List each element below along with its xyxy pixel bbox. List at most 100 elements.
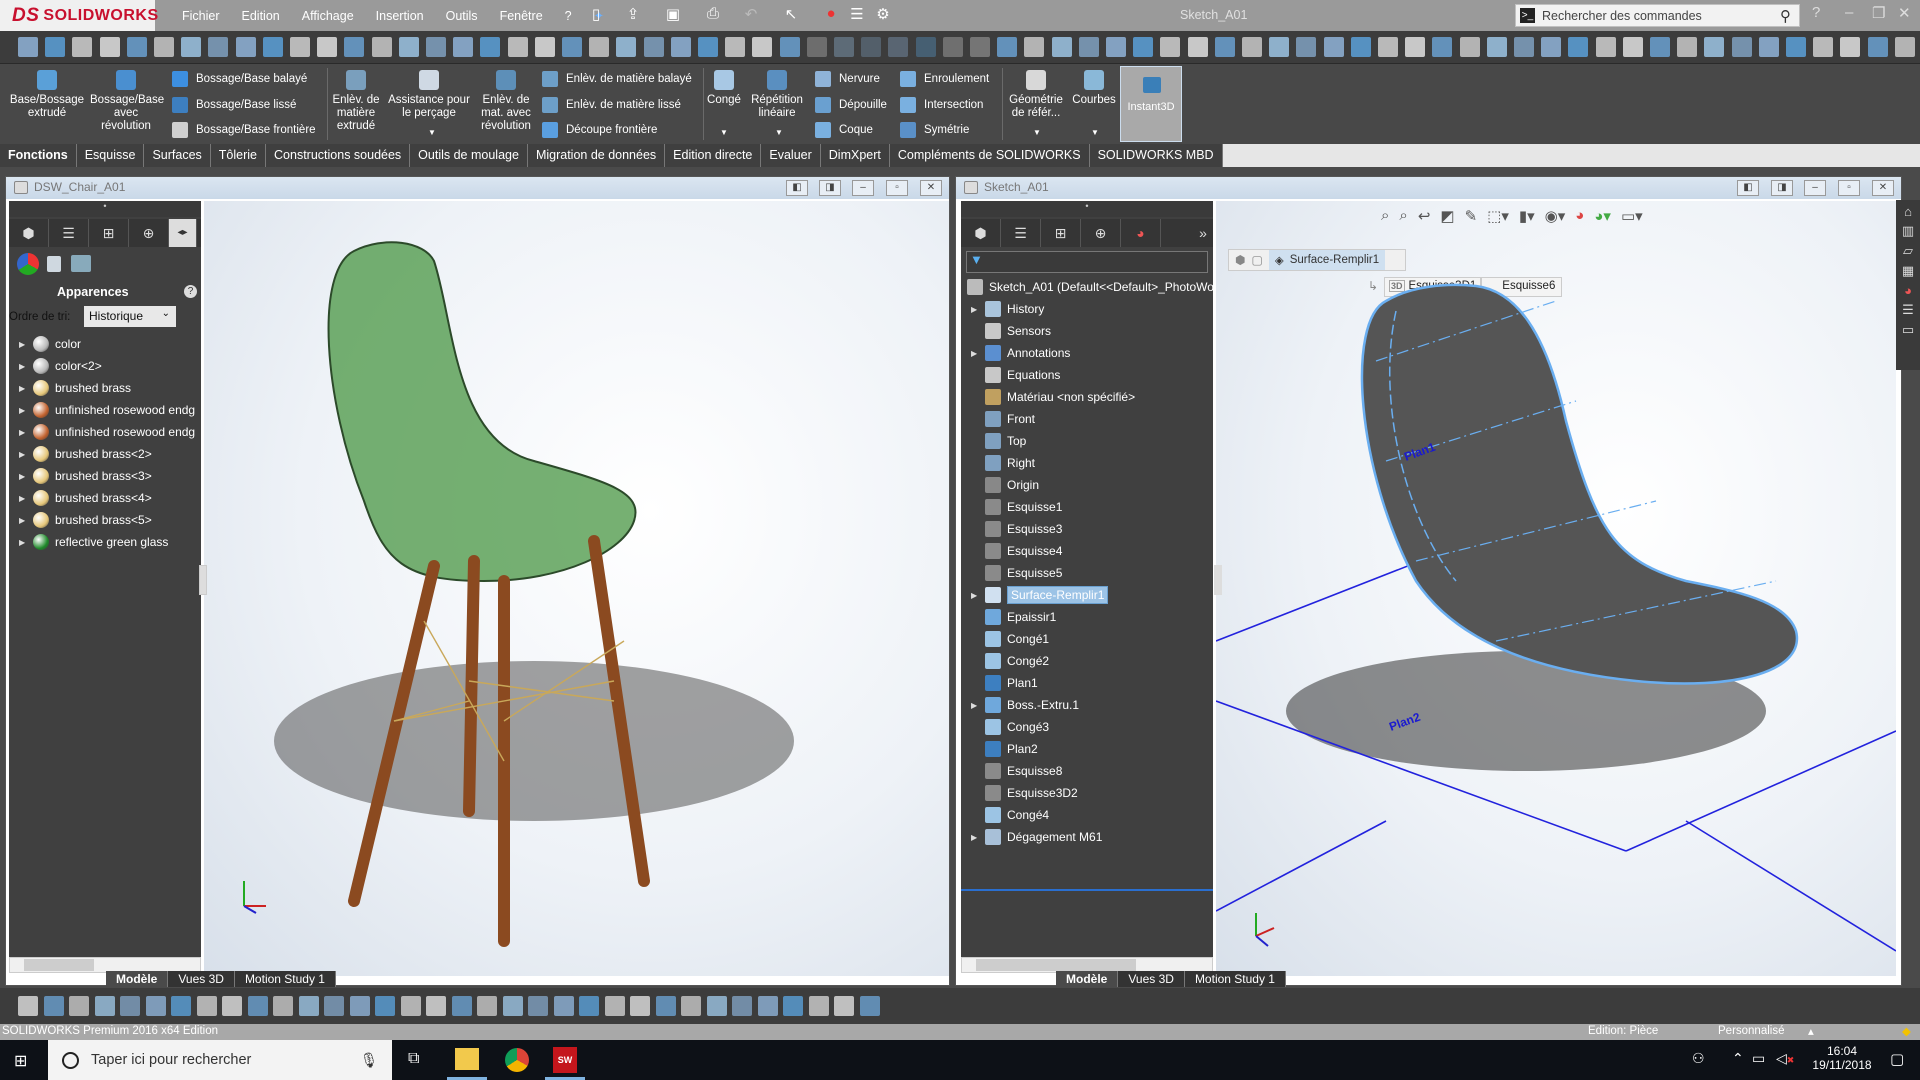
toolbar-button[interactable]	[1160, 37, 1181, 57]
pane-splitter[interactable]	[199, 565, 207, 595]
right-3d-viewport[interactable]: ⌕ ⌕ ↩ ◩ ✎ ⬚▾ ▮▾ ◉▾ ◕ ◕▾ ▭▾ ⬢ ▢ ◈ Surface-…	[1216, 201, 1896, 976]
minimize-window-button[interactable]: –	[1804, 180, 1826, 196]
expand-arrow-icon[interactable]: ▶	[19, 472, 33, 481]
toolbar-button[interactable]	[317, 37, 338, 57]
toolbar-button[interactable]	[1078, 37, 1099, 57]
taskbar-search[interactable]: Taper ici pour rechercher 🎙	[48, 1040, 392, 1080]
feature-tree-item[interactable]: Equations	[961, 364, 1060, 386]
tab-dimxpert[interactable]: DimXpert	[820, 144, 890, 167]
toolbar-button[interactable]	[1704, 37, 1725, 57]
toolbar-button[interactable]	[398, 37, 419, 57]
toolbar-button[interactable]	[589, 37, 610, 57]
view-palette-icon[interactable]: ▦	[1902, 263, 1914, 279]
file-explorer-taskbar-icon[interactable]	[455, 1048, 479, 1070]
expand-arrow-icon[interactable]: ▶	[971, 349, 985, 358]
expand-arrow-icon[interactable]: ▶	[19, 340, 33, 349]
tile-left-button[interactable]: ◧	[1737, 180, 1759, 196]
toolbar-button[interactable]	[1840, 37, 1861, 57]
toolbar-button[interactable]	[1269, 37, 1290, 57]
toolbar-button[interactable]	[99, 37, 120, 57]
featuremanager-tab-icon[interactable]: ⬢	[9, 219, 49, 247]
network-icon[interactable]: ▭	[1752, 1050, 1765, 1067]
rib-button[interactable]: Nervure	[815, 71, 880, 87]
clock[interactable]: 16:04 19/11/2018	[1812, 1044, 1872, 1072]
help-icon[interactable]: ?	[1812, 4, 1820, 21]
fillet-dropdown-icon[interactable]: ▼	[720, 128, 728, 137]
selection-filter-button[interactable]	[808, 996, 829, 1016]
selection-filter-button[interactable]	[171, 996, 191, 1016]
appearance-item[interactable]: ▶ unfinished rosewood endg	[9, 421, 195, 443]
command-search[interactable]: >_ Rechercher des commandes ⚲	[1515, 4, 1800, 27]
custom-properties-icon[interactable]: ☰	[1902, 302, 1914, 318]
toolbar-button[interactable]	[1024, 37, 1045, 57]
toolbar-button[interactable]	[1296, 37, 1317, 57]
swept-boss-button[interactable]: Bossage/Base balayé	[172, 71, 307, 87]
volume-muted-icon[interactable]: ◁✖	[1776, 1050, 1794, 1067]
revolved-cut-button[interactable]: Enlèv. de mat. avec révolution	[478, 70, 534, 133]
expand-arrow-icon[interactable]: ▶	[971, 701, 985, 710]
new-document-icon[interactable]: ▯	[585, 5, 607, 25]
close-window-button[interactable]: ✕	[920, 180, 942, 196]
help-icon[interactable]: ?	[184, 285, 197, 298]
units-up-icon[interactable]: ▴	[1808, 1024, 1814, 1038]
expand-arrow-icon[interactable]: ▶	[19, 362, 33, 371]
selection-filter-button[interactable]	[120, 996, 140, 1016]
toolbar-button[interactable]	[1214, 37, 1235, 57]
menu-affichage[interactable]: Affichage	[302, 9, 354, 23]
rebuild-icon[interactable]: ●	[820, 5, 842, 25]
boundary-cut-button[interactable]: Découpe frontière	[542, 122, 657, 138]
selection-filter-button[interactable]	[43, 996, 64, 1016]
tab-complements[interactable]: Compléments de SOLIDWORKS	[889, 144, 1090, 167]
toolbar-button[interactable]	[534, 37, 555, 57]
feature-tree-item[interactable]: Right	[961, 452, 1035, 474]
close-window-button[interactable]: ✕	[1872, 180, 1894, 196]
toolbar-button[interactable]	[1242, 37, 1262, 57]
selection-filter-button[interactable]	[400, 996, 421, 1016]
selection-filter-button[interactable]	[502, 996, 523, 1016]
appearance-item[interactable]: ▶ unfinished rosewood endg	[9, 399, 195, 421]
toolbar-button[interactable]	[1106, 37, 1126, 57]
toolbar-button[interactable]	[426, 37, 446, 57]
toolbar-button[interactable]	[1350, 37, 1371, 57]
tile-left-button[interactable]: ◧	[786, 180, 808, 196]
file-properties-icon[interactable]: ☰	[846, 5, 868, 25]
selection-filter-button[interactable]	[681, 996, 701, 1016]
shell-button[interactable]: Coque	[815, 122, 873, 138]
selection-filter-button[interactable]	[69, 996, 89, 1016]
appearance-item[interactable]: ▶ brushed brass<5>	[9, 509, 152, 531]
feature-tree-item[interactable]: Plan1	[961, 672, 1038, 694]
menu-help[interactable]: ?	[565, 9, 572, 23]
selection-filter-button[interactable]	[298, 996, 319, 1016]
maximize-window-button[interactable]: ▫	[1838, 180, 1860, 196]
tab-vues-3d[interactable]: Vues 3D	[1118, 971, 1185, 987]
reference-geometry-button[interactable]: Géométrie de référ...	[1006, 70, 1066, 120]
toolbar-button[interactable]	[72, 37, 93, 57]
curves-dropdown-icon[interactable]: ▼	[1091, 128, 1099, 137]
appearance-item[interactable]: ▶ brushed brass<4>	[9, 487, 152, 509]
appearances-icon[interactable]	[17, 253, 39, 275]
maximize-window-button[interactable]: ▫	[886, 180, 908, 196]
toolbar-button[interactable]	[1758, 37, 1779, 57]
menu-insertion[interactable]: Insertion	[376, 9, 424, 23]
feature-tree-item[interactable]: ▶ Surface-Remplir1	[961, 584, 1109, 606]
configurationmanager-tab-icon[interactable]: ⊞	[1041, 219, 1081, 247]
selection-filter-button[interactable]	[196, 996, 217, 1016]
revolved-boss-button[interactable]: Bossage/Base avec révolution	[90, 70, 164, 133]
instant3d-button[interactable]: Instant3D	[1120, 66, 1182, 142]
search-icon[interactable]: ⚲	[1780, 7, 1791, 25]
toolbar-button[interactable]	[371, 37, 392, 57]
tab-solidworks-mbd[interactable]: SOLIDWORKS MBD	[1089, 144, 1223, 167]
curves-button[interactable]: Courbes	[1070, 70, 1118, 107]
toolbar-button[interactable]	[779, 37, 800, 57]
selection-filter-button[interactable]	[451, 996, 472, 1016]
feature-tree-item[interactable]: Congé3	[961, 716, 1049, 738]
toolbar-button[interactable]	[1541, 37, 1562, 57]
chrome-taskbar-icon[interactable]	[505, 1048, 529, 1072]
selection-filter-button[interactable]	[579, 996, 599, 1016]
feature-tree-item[interactable]: Esquisse3D2	[961, 782, 1078, 804]
feature-tree-item[interactable]: Esquisse1	[961, 496, 1062, 518]
hole-wizard-button[interactable]: Assistance pour le perçage	[385, 70, 473, 120]
toolbar-button[interactable]	[1813, 37, 1834, 57]
tab-outils-moulage[interactable]: Outils de moulage	[410, 144, 528, 167]
dimxpert-tab-icon[interactable]: ⊕	[129, 219, 169, 247]
